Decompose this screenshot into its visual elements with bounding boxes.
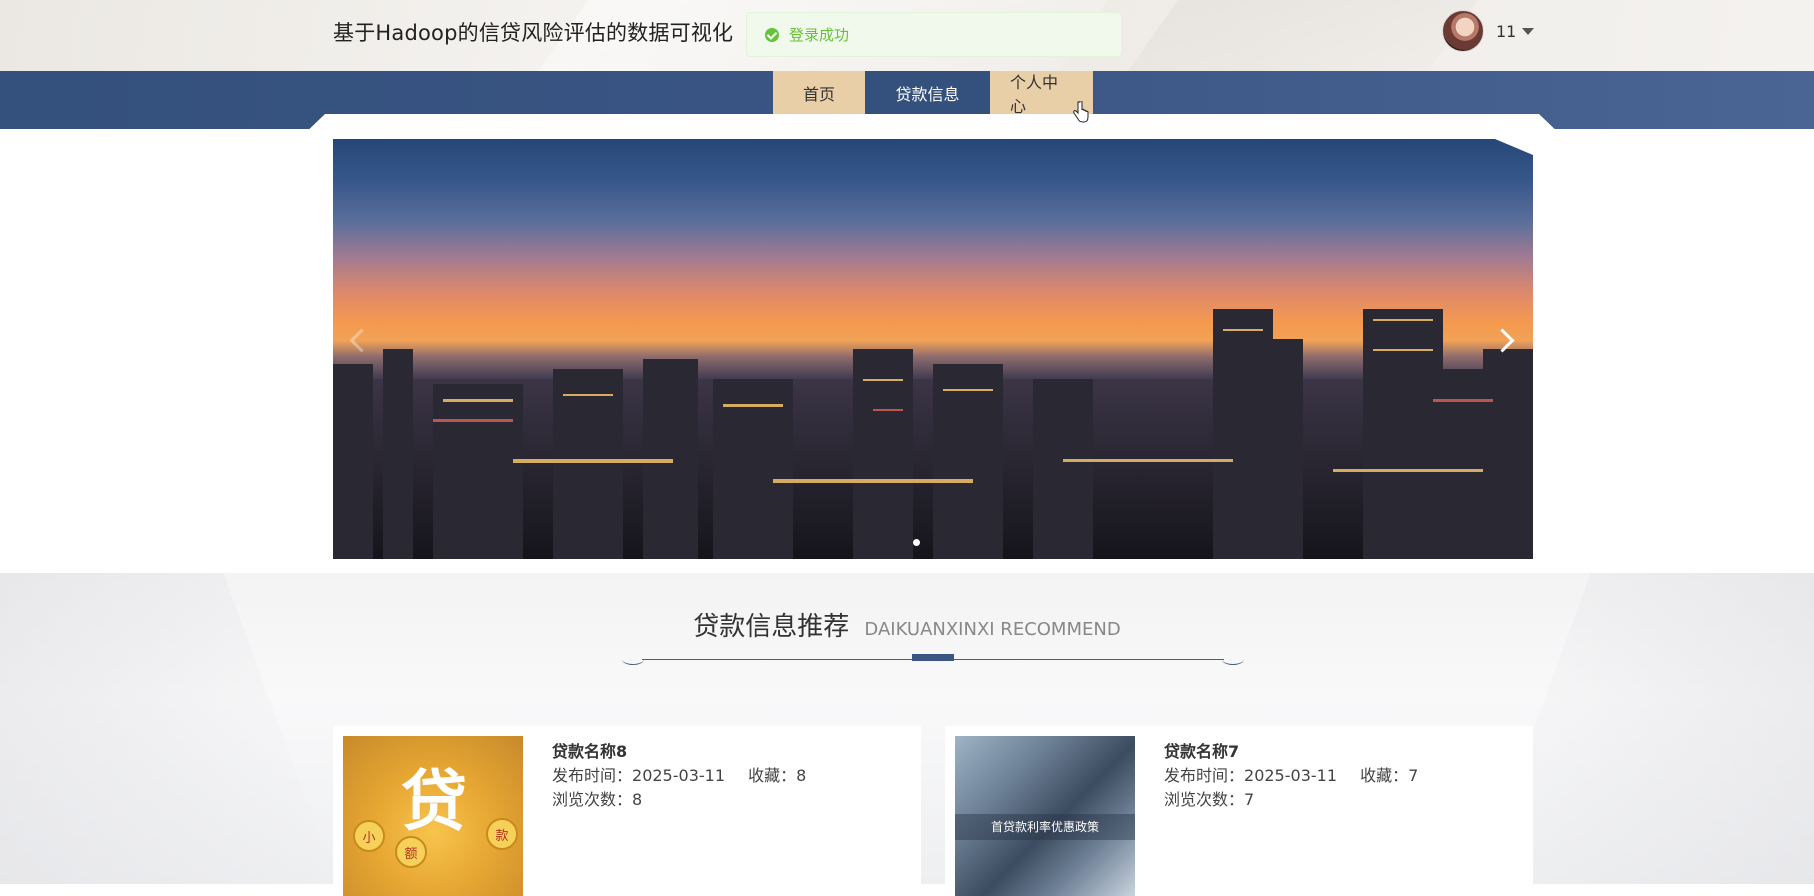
avatar[interactable] bbox=[1442, 10, 1484, 52]
views-label: 浏览次数： bbox=[1164, 790, 1245, 809]
city-skyline-image bbox=[333, 309, 1533, 559]
loan-meta: 发布时间：2025-03-11 收藏：7 bbox=[1164, 762, 1418, 786]
views-count: 8 bbox=[632, 790, 643, 809]
favorites-label: 收藏： bbox=[748, 766, 797, 785]
nav-item-home[interactable]: 首页 bbox=[773, 71, 865, 114]
views-count: 7 bbox=[1244, 790, 1255, 809]
favorites-count: 7 bbox=[1408, 766, 1419, 785]
favorites-count: 8 bbox=[796, 766, 807, 785]
success-toast: 登录成功 bbox=[746, 12, 1122, 57]
section-title-cn: 贷款信息推荐 bbox=[693, 612, 850, 642]
favorites-label: 收藏： bbox=[1360, 766, 1409, 785]
loan-title[interactable]: 贷款名称7 bbox=[1164, 738, 1239, 762]
section-title: 贷款信息推荐 DAIKUANXINXI RECOMMEND bbox=[0, 606, 1814, 643]
section-title-en: DAIKUANXINXI RECOMMEND bbox=[864, 619, 1121, 640]
banner-carousel[interactable] bbox=[333, 139, 1533, 559]
check-circle-icon bbox=[765, 27, 779, 42]
thumb-big-char: 贷 bbox=[401, 763, 467, 840]
loan-views: 浏览次数：7 bbox=[1164, 786, 1254, 810]
coin-icon: 额 bbox=[395, 836, 427, 868]
pointer-cursor-icon bbox=[1073, 101, 1089, 123]
nav-bar-decoration bbox=[300, 114, 1564, 138]
nav-item-loans[interactable]: 贷款信息 bbox=[865, 71, 990, 114]
user-menu[interactable]: 11 bbox=[1442, 10, 1535, 52]
loan-meta: 发布时间：2025-03-11 收藏：8 bbox=[552, 762, 806, 786]
thumb-caption: 首贷款利率优惠政策 bbox=[955, 814, 1135, 840]
loan-thumbnail[interactable]: 贷 小 额 款 bbox=[343, 736, 523, 896]
coin-icon: 小 bbox=[353, 820, 385, 852]
views-label: 浏览次数： bbox=[552, 790, 633, 809]
section-divider bbox=[622, 654, 1244, 666]
publish-label: 发布时间： bbox=[1164, 766, 1245, 785]
site-title: 基于Hadoop的信贷风险评估的数据可视化 bbox=[333, 21, 734, 45]
swirl-ornament bbox=[622, 654, 644, 665]
main-nav: 首页 贷款信息 个人中心 bbox=[773, 71, 1093, 116]
divider-accent bbox=[912, 654, 954, 661]
toast-message: 登录成功 bbox=[789, 26, 850, 44]
user-name[interactable]: 11 bbox=[1496, 22, 1516, 41]
loan-card[interactable]: 首贷款利率优惠政策 贷款名称7 发布时间：2025-03-11 收藏：7 浏览次… bbox=[945, 726, 1533, 896]
publish-label: 发布时间： bbox=[552, 766, 633, 785]
publish-date: 2025-03-11 bbox=[632, 766, 725, 785]
loan-title[interactable]: 贷款名称8 bbox=[552, 738, 627, 762]
loan-views: 浏览次数：8 bbox=[552, 786, 642, 810]
loan-thumbnail[interactable]: 首贷款利率优惠政策 bbox=[955, 736, 1135, 896]
publish-date: 2025-03-11 bbox=[1244, 766, 1337, 785]
caret-down-icon[interactable] bbox=[1522, 27, 1535, 35]
carousel-indicators bbox=[913, 539, 920, 546]
loan-card[interactable]: 贷 小 额 款 贷款名称8 发布时间：2025-03-11 收藏：8 浏览次数：… bbox=[333, 726, 921, 896]
coin-icon: 款 bbox=[486, 818, 518, 850]
carousel-dot[interactable] bbox=[913, 539, 920, 546]
swirl-ornament bbox=[1222, 654, 1244, 665]
